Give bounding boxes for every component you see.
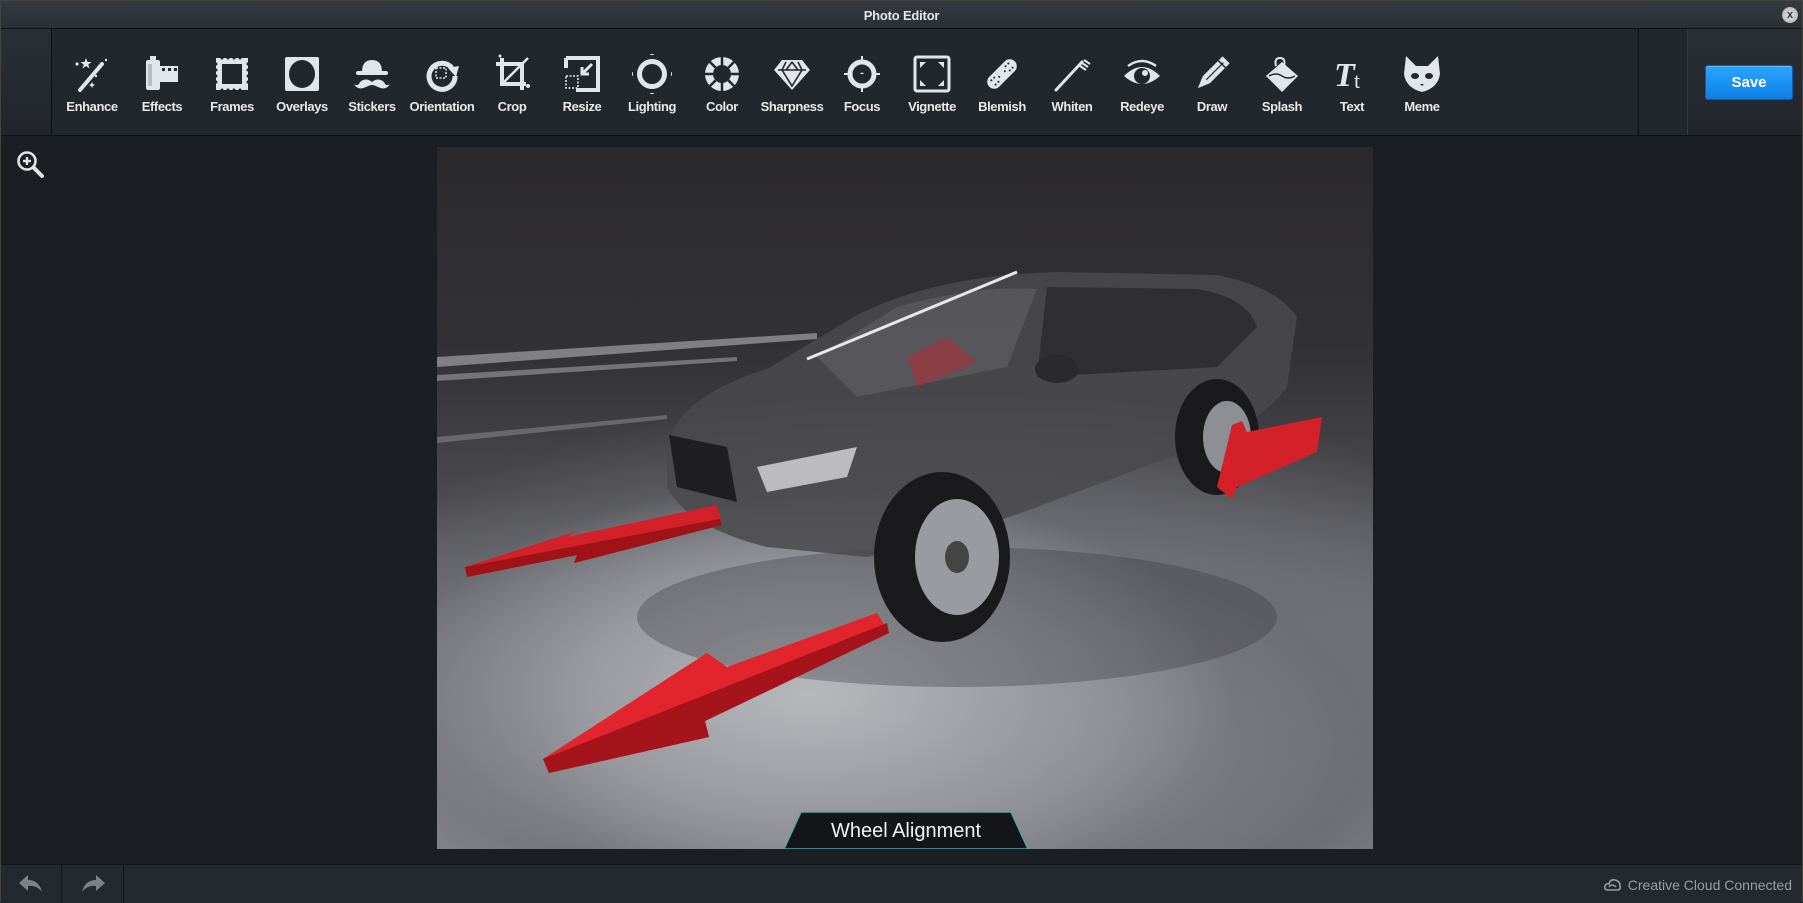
eye-icon [1120,53,1164,95]
close-button[interactable]: x [1782,7,1798,23]
tool-label: Meme [1404,99,1440,114]
overlay-icon [280,53,324,95]
title-bar: Photo Editor x [1,1,1802,29]
tool-overlays[interactable]: Overlays [267,29,337,135]
tool-label: Splash [1261,99,1303,114]
tool-label: Color [706,99,738,114]
tool-splash[interactable]: Splash [1247,29,1317,135]
creative-cloud-icon [1603,879,1621,891]
creative-cloud-status-text: Creative Cloud Connected [1627,877,1792,893]
tool-label: Vignette [908,99,956,114]
status-bar: Creative Cloud Connected [1,864,1802,903]
tool-focus[interactable]: Focus [827,29,897,135]
tool-label: Lighting [627,99,677,114]
diamond-icon [770,53,814,95]
red-arrow-upper-left [465,505,722,577]
tool-label: Sharpness [760,99,824,114]
sun-icon [630,53,674,95]
redo-button[interactable] [63,865,124,903]
tool-label: Whiten [1051,99,1093,114]
bandage-icon [980,53,1024,95]
svg-text:t: t [1354,68,1360,93]
resize-icon [560,53,604,95]
tool-resize[interactable]: Resize [547,29,617,135]
tool-draw[interactable]: Draw [1177,29,1247,135]
tool-orientation[interactable]: Orientation [407,29,477,135]
photo-canvas[interactable] [437,147,1373,849]
red-arrow-rear-right [1217,417,1322,499]
toolbar-scroll-left[interactable] [1,29,52,135]
tool-label: Blemish [978,99,1026,114]
tool-whiten[interactable]: Whiten [1037,29,1107,135]
tool-label: Stickers [348,99,396,114]
hat-mustache-icon [350,53,394,95]
tool-effects[interactable]: Effects [127,29,197,135]
image-caption-banner: Wheel Alignment [783,811,1029,849]
tool-vignette[interactable]: Vignette [897,29,967,135]
statusbar-divider [125,865,126,903]
frame-icon [210,53,254,95]
creative-cloud-status: Creative Cloud Connected [1603,877,1792,893]
tools-toolbar: Enhance Effects Frames Overlays Stickers Orie… [1,29,1802,136]
tool-label: Overlays [276,99,328,114]
color-wheel-icon [700,53,744,95]
text-icon: Tt [1330,53,1374,95]
tool-label: Redeye [1120,99,1164,114]
zoom-in-icon[interactable] [15,149,47,181]
magic-wand-icon [70,53,114,95]
tool-color[interactable]: Color [687,29,757,135]
paint-bucket-icon [1260,53,1304,95]
tool-label: Resize [562,99,602,114]
tool-frames[interactable]: Frames [197,29,267,135]
cat-mask-icon [1400,53,1444,95]
vignette-icon [910,53,954,95]
tool-meme[interactable]: Meme [1387,29,1457,135]
tool-blemish[interactable]: Blemish [967,29,1037,135]
toolbar-scroll-right[interactable] [1638,29,1688,135]
close-icon: x [1786,9,1794,21]
tool-crop[interactable]: Crop [477,29,547,135]
undo-icon [19,875,42,892]
tool-lighting[interactable]: Lighting [617,29,687,135]
tool-label: Text [1339,99,1365,114]
tool-label: Focus [843,99,881,114]
svg-text:T: T [1334,57,1356,94]
window-title: Photo Editor [863,8,940,23]
tool-label: Enhance [66,99,118,114]
crosshair-icon [840,53,884,95]
rotate-icon [420,53,464,95]
tool-label: Effects [141,99,183,114]
tool-stickers[interactable]: Stickers [337,29,407,135]
photo-editor-window: Photo Editor x Enhance Effects Frames Overl… [0,0,1803,903]
tool-redeye[interactable]: Redeye [1107,29,1177,135]
save-button[interactable]: Save [1705,65,1793,100]
undo-button[interactable] [1,865,62,903]
tool-sharpness[interactable]: Sharpness [757,29,827,135]
pencil-icon [1190,53,1234,95]
car-image [437,270,1322,773]
tool-text[interactable]: Tt Text [1317,29,1387,135]
tool-label: Draw [1196,99,1228,114]
crop-icon [490,53,534,95]
tool-label: Crop [497,99,527,114]
redo-icon [82,875,105,892]
tool-list: Enhance Effects Frames Overlays Stickers Orie… [57,29,1457,135]
tool-label: Frames [210,99,254,114]
image-caption-text: Wheel Alignment [830,820,982,842]
toothbrush-icon [1050,53,1094,95]
tool-label: Orientation [409,99,475,114]
tool-enhance[interactable]: Enhance [57,29,127,135]
film-canister-icon [140,53,184,95]
